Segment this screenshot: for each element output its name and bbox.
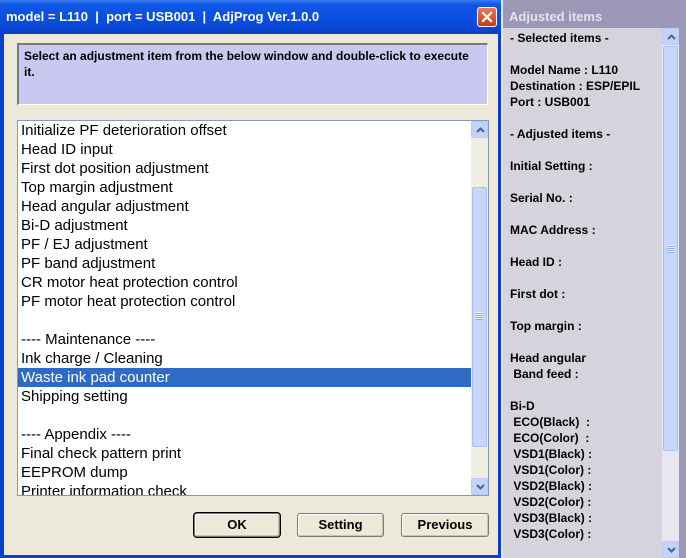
panel-line: Serial No. : — [510, 191, 573, 205]
list-item[interactable]: Shipping setting — [18, 387, 471, 406]
chevron-down-icon — [667, 547, 676, 553]
adjustment-list-items: Initialize PF deterioration offset Head I… — [18, 121, 471, 495]
panel-line: VSD1(Color) : — [510, 463, 592, 477]
panel-line: Head angular — [510, 351, 587, 365]
instructions-text: Select an adjustment item from the below… — [24, 49, 469, 79]
list-section-header[interactable]: ---- Maintenance ---- — [18, 330, 471, 349]
list-scroll-up-button[interactable] — [471, 121, 488, 138]
list-item[interactable]: First dot position adjustment — [18, 159, 471, 178]
grip-icon — [667, 245, 674, 253]
list-section-header[interactable]: ---- Appendix ---- — [18, 425, 471, 444]
adjusted-items-panel: Adjusted items - Selected items - Model N… — [503, 0, 686, 558]
list-item[interactable]: Head ID input — [18, 140, 471, 159]
list-item[interactable]: Ink charge / Cleaning — [18, 349, 471, 368]
list-scrollbar[interactable] — [471, 121, 488, 495]
panel-line: First dot : — [510, 287, 566, 301]
list-item[interactable]: Final check pattern print — [18, 444, 471, 463]
panel-content: - Selected items - Model Name : L110 Desti… — [503, 28, 668, 558]
list-item[interactable]: Head angular adjustment — [18, 197, 471, 216]
panel-scrollbar[interactable] — [662, 28, 679, 558]
ok-button[interactable]: OK — [193, 512, 281, 538]
close-button[interactable] — [477, 7, 497, 27]
panel-line: ECO(Black) : — [510, 415, 591, 429]
list-scroll-thumb[interactable] — [472, 187, 487, 447]
list-item[interactable]: Bi-D adjustment — [18, 216, 471, 235]
panel-scroll-down-button[interactable] — [662, 541, 679, 558]
panel-scroll-up-button[interactable] — [662, 28, 679, 45]
panel-line: Bi-D — [510, 399, 535, 413]
grip-icon — [476, 312, 483, 320]
panel-line: MAC Address : — [510, 223, 596, 237]
panel-line: VSD2(Black) : — [510, 479, 593, 493]
panel-line: ECO(Color) : — [510, 431, 590, 445]
panel-right-border — [679, 28, 686, 558]
list-scroll-down-button[interactable] — [471, 478, 488, 495]
panel-line: Top margin : — [510, 319, 582, 333]
panel-line: VSD2(Color) : — [510, 495, 592, 509]
panel-scroll-thumb[interactable] — [663, 46, 678, 451]
panel-line: VSD1(Black) : — [510, 447, 593, 461]
list-item[interactable]: Printer information check — [18, 482, 471, 495]
panel-line: Head ID : — [510, 255, 563, 269]
main-dialog: model = L110 | port = USB001 | AdjProg V… — [0, 0, 501, 558]
panel-line: Initial Setting : — [510, 159, 593, 173]
list-item[interactable]: Top margin adjustment — [18, 178, 471, 197]
instructions-box: Select an adjustment item from the below… — [17, 43, 488, 105]
list-item[interactable]: Waste ink pad counter — [18, 368, 471, 387]
panel-line: VSD3(Black) : — [510, 511, 593, 525]
chevron-up-icon — [476, 127, 485, 133]
panel-line: Destination : ESP/EPIL — [510, 79, 641, 93]
previous-button[interactable]: Previous — [401, 513, 489, 537]
chevron-down-icon — [476, 484, 485, 490]
list-item[interactable]: PF band adjustment — [18, 254, 471, 273]
list-item[interactable]: EEPROM dump — [18, 463, 471, 482]
list-item[interactable]: Initialize PF deterioration offset — [18, 121, 471, 140]
list-item[interactable]: CR motor heat protection control — [18, 273, 471, 292]
panel-line: Port : USB001 — [510, 95, 591, 109]
panel-line: Band feed : — [510, 367, 579, 381]
list-item[interactable]: PF / EJ adjustment — [18, 235, 471, 254]
dialog-client-area: Select an adjustment item from the below… — [4, 34, 498, 555]
panel-line: Model Name : L110 — [510, 63, 619, 77]
panel-line: VSD3(Color) : — [510, 527, 592, 541]
chevron-up-icon — [667, 34, 676, 40]
panel-line: - Selected items - — [510, 31, 609, 45]
title-bar[interactable]: model = L110 | port = USB001 | AdjProg V… — [0, 0, 501, 34]
panel-line: - Adjusted items - — [510, 127, 611, 141]
list-item[interactable]: PF motor heat protection control — [18, 292, 471, 311]
panel-title: Adjusted items — [503, 0, 686, 28]
adjustment-list[interactable]: Initialize PF deterioration offset Head I… — [17, 120, 489, 496]
close-icon — [481, 11, 493, 23]
window-title: model = L110 | port = USB001 | AdjProg V… — [6, 9, 320, 24]
setting-button[interactable]: Setting — [297, 513, 384, 537]
